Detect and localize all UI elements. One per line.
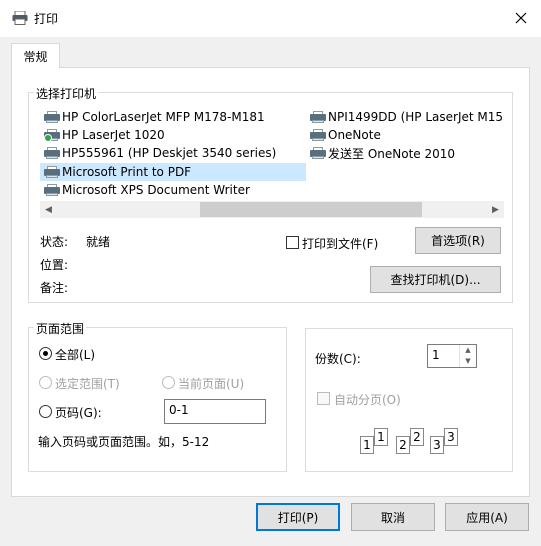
printer-list-scrollbar[interactable]: ◀ ▶ — [40, 201, 504, 218]
status-value: 就绪 — [86, 235, 111, 249]
current-page-radio[interactable] — [162, 376, 175, 389]
page-range-hint: 输入页码或页面范围。如，5-12 — [38, 435, 210, 449]
printer-name: HP555961 (HP Deskjet 3540 series) — [62, 146, 277, 160]
printer-item[interactable]: HP ColorLaserJet MFP M178-M181 — [40, 108, 306, 126]
location-label: 位置: — [40, 258, 69, 272]
collate-page: 2 — [396, 436, 410, 454]
status-label: 状态: — [40, 235, 69, 249]
all-pages-label: 全部(L) — [55, 348, 96, 362]
printer-name: 发送至 OneNote 2010 — [328, 146, 456, 161]
pages-radio[interactable] — [39, 405, 52, 418]
comment-label: 备注: — [40, 281, 69, 295]
spin-up-icon[interactable]: ▲ — [460, 345, 476, 356]
pages-input[interactable]: 0-1 — [164, 399, 266, 424]
printer-item[interactable]: HP LaserJet 1020 — [40, 126, 306, 144]
page-range-legend: 页面范围 — [34, 320, 87, 337]
print-to-file-label: 打印到文件(F) — [302, 237, 379, 251]
tab-general-label: 常规 — [23, 49, 48, 64]
printer-name: NPI1499DD (HP LaserJet M153 — [328, 110, 504, 124]
printer-icon — [12, 10, 28, 25]
printer-item[interactable]: Microsoft XPS Document Writer — [40, 181, 306, 199]
printer-item[interactable]: NPI1499DD (HP LaserJet M153 — [306, 108, 504, 126]
printer-name: OneNote — [328, 128, 381, 142]
pages-label: 页码(G): — [55, 406, 102, 420]
printer-icon — [44, 166, 60, 178]
find-printer-button[interactable]: 查找打印机(D)... — [370, 266, 501, 293]
spin-down-icon[interactable]: ▼ — [460, 356, 476, 367]
collate-illustration: 1 1 2 2 3 3 — [358, 424, 468, 458]
printer-list[interactable]: HP ColorLaserJet MFP M178-M181 HP LaserJ… — [40, 108, 504, 200]
printer-item-selected[interactable]: Microsoft Print to PDF — [40, 163, 306, 181]
collate-page: 2 — [410, 428, 424, 446]
scroll-right-icon[interactable]: ▶ — [487, 201, 504, 218]
cancel-button[interactable]: 取消 — [351, 503, 435, 531]
printer-item[interactable]: OneNote — [306, 126, 504, 144]
scrollbar-thumb[interactable] — [200, 202, 422, 217]
printer-item[interactable]: HP555961 (HP Deskjet 3540 series) — [40, 144, 306, 162]
title-bar — [0, 0, 541, 37]
scroll-left-icon[interactable]: ◀ — [40, 201, 57, 218]
printer-name: Microsoft XPS Document Writer — [62, 183, 250, 197]
select-printer-legend: 选择打印机 — [34, 85, 99, 102]
current-page-label: 当前页面(U) — [178, 377, 245, 391]
printer-name: Microsoft Print to PDF — [62, 165, 192, 179]
network-printer-icon — [310, 111, 326, 123]
collate-page: 1 — [374, 428, 388, 446]
selection-radio[interactable] — [39, 376, 52, 389]
collate-page: 3 — [444, 428, 458, 446]
printer-name: HP LaserJet 1020 — [62, 128, 165, 142]
default-check-icon — [44, 134, 52, 142]
printer-icon — [44, 147, 60, 159]
printer-icon — [310, 147, 326, 159]
selection-label: 选定范围(T) — [55, 377, 120, 391]
copies-value: 1 — [432, 348, 440, 362]
close-icon — [515, 9, 527, 28]
window-title: 打印 — [34, 12, 59, 26]
apply-button[interactable]: 应用(A) — [445, 503, 529, 531]
tab-general[interactable]: 常规 — [11, 43, 60, 68]
printer-item[interactable]: 发送至 OneNote 2010 — [306, 144, 504, 162]
copies-label: 份数(C): — [315, 352, 361, 366]
all-pages-radio[interactable] — [39, 347, 52, 360]
printer-icon — [44, 129, 60, 142]
printer-icon — [310, 129, 326, 141]
copies-spinner[interactable]: ▲ ▼ — [459, 345, 476, 367]
preferences-button[interactable]: 首选项(R) — [415, 227, 501, 254]
printer-icon — [44, 184, 60, 196]
printer-icon — [44, 111, 60, 123]
print-button[interactable]: 打印(P) — [256, 503, 340, 531]
collate-page: 1 — [360, 436, 374, 454]
print-to-file-checkbox[interactable] — [286, 236, 299, 249]
close-button[interactable] — [505, 4, 537, 32]
collate-page: 3 — [430, 436, 444, 454]
collate-label: 自动分页(O) — [334, 393, 401, 407]
collate-checkbox[interactable] — [317, 392, 330, 405]
printer-name: HP ColorLaserJet MFP M178-M181 — [62, 110, 265, 124]
